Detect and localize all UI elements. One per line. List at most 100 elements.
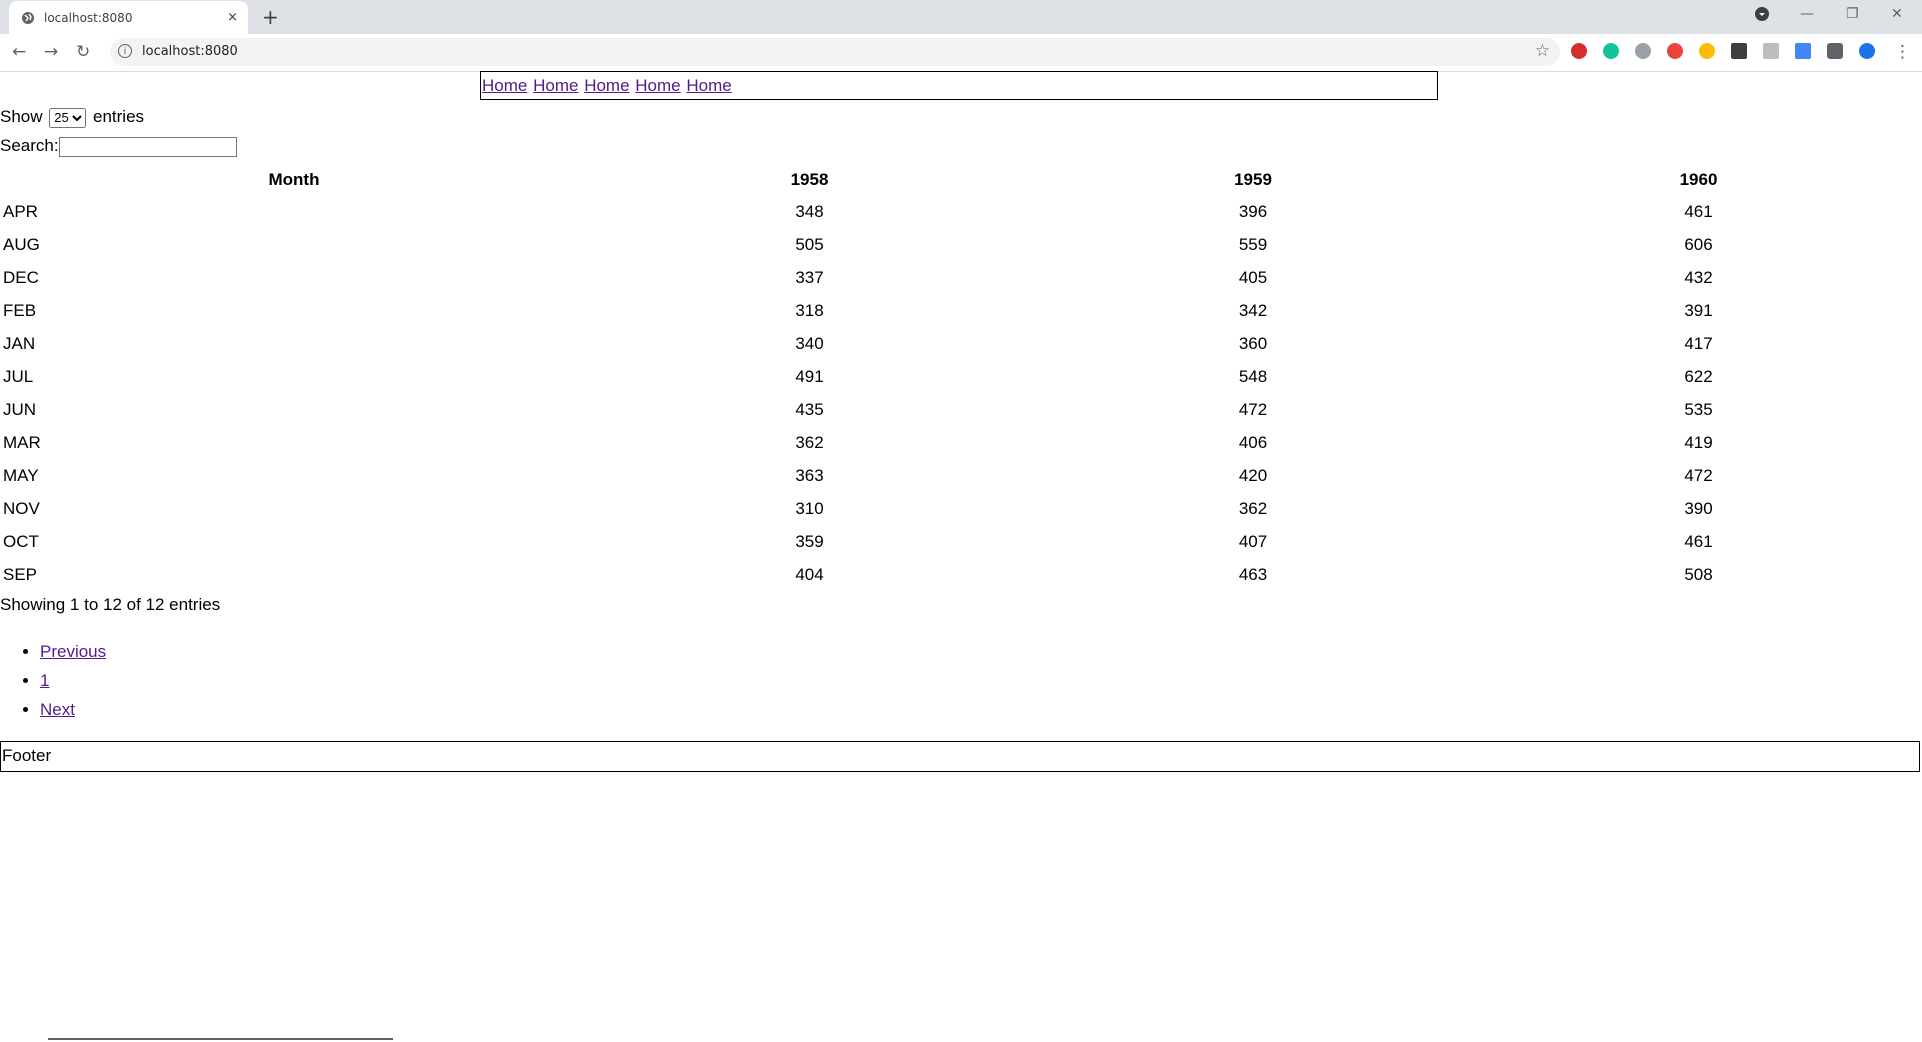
omnibox[interactable]: i localhost:8080 ☆: [110, 38, 1560, 66]
column-header-1959[interactable]: 1959: [1031, 164, 1475, 195]
adblock-icon[interactable]: [1571, 43, 1587, 59]
value-cell: 463: [1238, 564, 1268, 584]
table-row: MAR 362 406 419: [0, 426, 1922, 459]
table-row: DEC 337 405 432: [0, 261, 1922, 294]
value-cell: 435: [795, 399, 824, 419]
close-tab-icon[interactable]: ×: [227, 10, 238, 25]
column-header-1960[interactable]: 1960: [1475, 164, 1922, 195]
value-cell: 362: [795, 432, 824, 452]
nav-link-home-1[interactable]: Home: [482, 76, 527, 95]
table-row: JUL 491 548 622: [0, 360, 1922, 393]
table-row: FEB 318 342 391: [0, 294, 1922, 327]
address-bar: ← → ↻ i localhost:8080 ☆ ⋮: [0, 34, 1922, 72]
new-tab-button[interactable]: +: [262, 5, 279, 29]
site-info-icon[interactable]: i: [118, 44, 132, 58]
column-header-1958[interactable]: 1958: [588, 164, 1031, 195]
entries-length-control: Show 25 entries: [0, 107, 144, 128]
pagination-item: Previous: [40, 637, 106, 666]
previous-link[interactable]: Previous: [40, 642, 106, 661]
month-cell: MAY: [3, 465, 39, 485]
column-header-month[interactable]: Month: [0, 164, 588, 195]
search-control: Search:: [0, 136, 237, 157]
next-link[interactable]: Next: [40, 700, 75, 719]
value-cell: 310: [795, 498, 824, 518]
value-cell: 404: [795, 564, 824, 584]
globe-icon: [21, 11, 35, 25]
color-extension-icon[interactable]: [1667, 43, 1683, 59]
back-icon[interactable]: ←: [12, 42, 26, 62]
horizontal-scrollbar[interactable]: [48, 1038, 393, 1040]
value-cell: 406: [1238, 432, 1268, 452]
value-cell: 622: [1684, 366, 1713, 386]
value-cell: 491: [795, 366, 824, 386]
value-cell: 340: [795, 333, 824, 353]
nav-link-home-4[interactable]: Home: [635, 76, 680, 95]
minimize-button[interactable]: —: [1800, 6, 1814, 22]
table-header-row: Month 1958 1959 1960: [0, 164, 1922, 195]
value-cell: 420: [1238, 465, 1268, 485]
show-label: Show: [0, 107, 43, 126]
search-input[interactable]: [58, 136, 237, 157]
month-cell: MAR: [3, 432, 41, 452]
table-row: JAN 340 360 417: [0, 327, 1922, 360]
value-cell: 359: [795, 531, 824, 551]
cloud-extension-icon[interactable]: [1635, 43, 1651, 59]
value-cell: 405: [1238, 267, 1268, 287]
calendar-extension-icon[interactable]: [1795, 43, 1811, 59]
value-cell: 419: [1684, 432, 1713, 452]
value-cell: 318: [795, 300, 824, 320]
more-menu-icon[interactable]: ⋮: [1894, 42, 1911, 62]
month-cell: NOV: [3, 498, 40, 518]
value-cell: 390: [1684, 498, 1713, 518]
value-cell: 461: [1684, 201, 1713, 221]
picture-in-picture-icon[interactable]: [1731, 43, 1747, 59]
table-row: JUN 435 472 535: [0, 393, 1922, 426]
table-row: SEP 404 463 508: [0, 558, 1922, 591]
nav-link-home-3[interactable]: Home: [584, 76, 629, 95]
month-cell: OCT: [3, 531, 39, 551]
value-cell: 432: [1684, 267, 1713, 287]
table-row: APR 348 396 461: [0, 195, 1922, 228]
value-cell: 363: [795, 465, 824, 485]
drive-icon[interactable]: [1699, 43, 1715, 59]
search-label: Search:: [0, 136, 59, 155]
table-row: NOV 310 362 390: [0, 492, 1922, 525]
top-nav: Home Home Home Home Home: [480, 71, 1438, 100]
value-cell: 360: [1238, 333, 1268, 353]
month-cell: JUN: [3, 399, 37, 419]
value-cell: 606: [1684, 234, 1713, 254]
avatar[interactable]: [1859, 43, 1875, 59]
table-row: OCT 359 407 461: [0, 525, 1922, 558]
value-cell: 417: [1684, 333, 1713, 353]
value-cell: 535: [1684, 399, 1713, 419]
reload-icon[interactable]: ↻: [76, 42, 90, 62]
value-cell: 508: [1684, 564, 1713, 584]
grammarly-icon[interactable]: [1603, 43, 1619, 59]
value-cell: 348: [795, 201, 824, 221]
month-cell: JUL: [3, 366, 34, 386]
restore-button[interactable]: ❐: [1846, 6, 1859, 22]
bookmark-star-icon[interactable]: ☆: [1535, 41, 1550, 61]
footer: Footer: [0, 741, 1920, 772]
nav-link-home-2[interactable]: Home: [533, 76, 578, 95]
text-extension-icon[interactable]: [1763, 43, 1779, 59]
value-cell: 342: [1238, 300, 1268, 320]
forward-icon[interactable]: →: [44, 42, 58, 62]
page-1-link[interactable]: 1: [40, 671, 49, 690]
browser-tab[interactable]: localhost:8080 ×: [9, 1, 248, 34]
pagination-item: 1: [40, 666, 106, 695]
pagination: Previous 1 Next: [0, 637, 106, 724]
month-cell: FEB: [3, 300, 37, 320]
table-row: MAY 363 420 472: [0, 459, 1922, 492]
chrome-menu-icon[interactable]: [1754, 6, 1770, 26]
month-cell: JAN: [3, 333, 36, 353]
close-window-button[interactable]: ✕: [1891, 6, 1903, 22]
data-table: Month 1958 1959 1960 APR 348 396 461 AUG 505 5…: [0, 164, 1922, 591]
extensions-puzzle-icon[interactable]: [1827, 43, 1843, 59]
value-cell: 559: [1238, 234, 1268, 254]
value-cell: 548: [1238, 366, 1268, 386]
entries-select[interactable]: 25: [49, 107, 87, 128]
month-cell: AUG: [3, 234, 40, 254]
nav-link-home-5[interactable]: Home: [686, 76, 731, 95]
value-cell: 391: [1684, 300, 1713, 320]
